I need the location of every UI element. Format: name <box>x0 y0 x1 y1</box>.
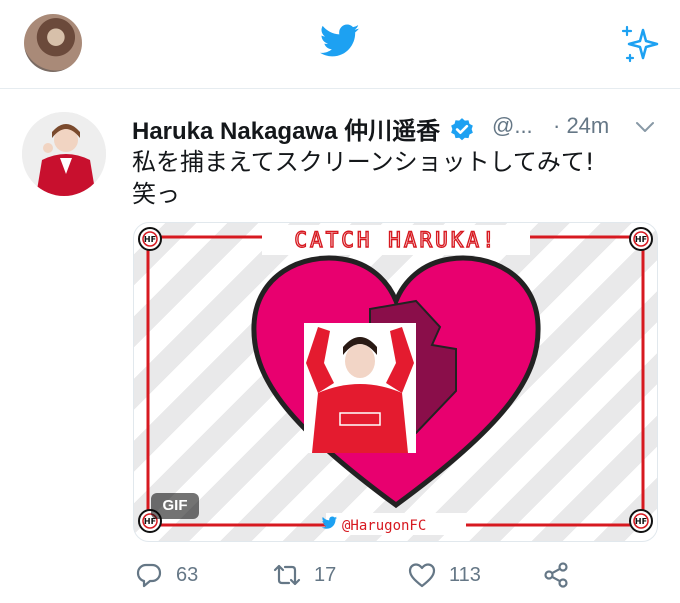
reply-count: 63 <box>176 563 199 586</box>
footer-handle: @HarugonFC <box>342 518 426 534</box>
tweet-actions: 63 17 113 <box>0 555 680 595</box>
profile-avatar[interactable] <box>24 14 82 72</box>
author-handle[interactable]: @... <box>492 113 533 139</box>
svg-text:HF: HF <box>635 235 647 244</box>
twitter-bird-icon[interactable] <box>320 24 360 58</box>
tweet-text-line: 私を捕まえてスクリーンショットしてみて! <box>132 148 595 176</box>
share-button[interactable] <box>541 555 571 595</box>
top-bar <box>0 0 680 88</box>
gif-badge: GIF <box>151 493 199 519</box>
like-count: 113 <box>449 563 481 586</box>
retweet-button[interactable]: 17 <box>272 555 336 595</box>
author-avatar[interactable] <box>22 112 106 196</box>
chevron-down-icon[interactable] <box>634 118 656 136</box>
share-icon <box>544 562 568 588</box>
retweet-icon <box>273 564 301 586</box>
corner-logo: HF <box>138 227 162 251</box>
tweet-media-gif[interactable]: CATCH HARUKA! HF HF HF HF @HarugonFC <box>133 222 658 542</box>
like-button[interactable]: 113 <box>407 555 481 595</box>
like-icon <box>408 563 436 588</box>
tweet-text: 私を捕まえてスクリーンショットしてみて! 笑っ <box>132 146 652 210</box>
tweet-text-line: 笑っ <box>132 180 180 208</box>
corner-logo: HF <box>629 509 653 533</box>
reply-icon <box>136 563 162 588</box>
media-title: CATCH HARUKA! <box>294 228 497 252</box>
header-divider <box>0 88 680 89</box>
svg-text:HF: HF <box>144 235 156 244</box>
verified-badge-icon <box>451 118 474 141</box>
sparkle-icon[interactable] <box>617 22 661 66</box>
corner-logo: HF <box>629 227 653 251</box>
tweet-timestamp[interactable]: · 24m <box>553 113 609 139</box>
reply-button[interactable]: 63 <box>134 555 198 595</box>
svg-text:HF: HF <box>635 517 647 526</box>
author-name[interactable]: Haruka Nakagawa 仲川遥香 <box>132 118 440 145</box>
gif-person-photo <box>304 323 416 453</box>
retweet-count: 17 <box>314 563 337 586</box>
tweet-header: Haruka Nakagawa 仲川遥香 <box>132 111 475 145</box>
